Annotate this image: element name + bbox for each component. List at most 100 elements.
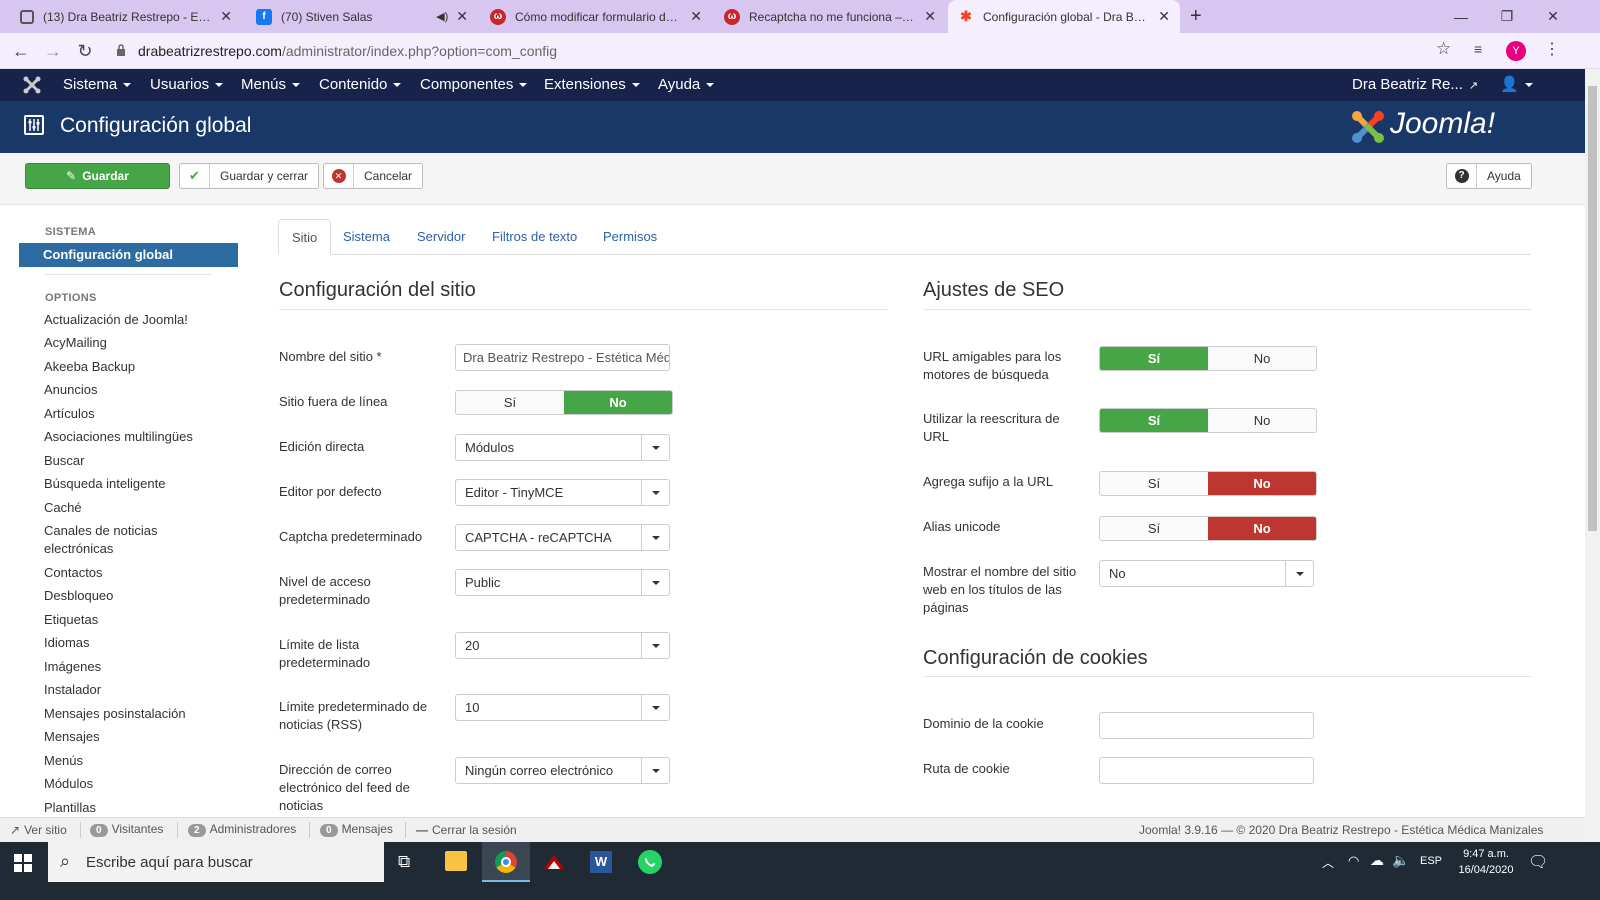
cloud-icon[interactable]: ☁: [1370, 852, 1384, 869]
cookie-path-input[interactable]: [1099, 757, 1314, 784]
star-icon[interactable]: ☆: [1436, 39, 1451, 59]
profile-avatar[interactable]: Y: [1506, 41, 1526, 61]
toggle-no[interactable]: No: [1208, 472, 1316, 495]
frontend-edit-select[interactable]: Módulos: [455, 434, 670, 461]
menu-contenido[interactable]: Contenido: [319, 69, 402, 101]
sidebar-item[interactable]: Canales de noticias electrónicas: [44, 522, 184, 558]
close-icon[interactable]: ✕: [220, 8, 232, 25]
sitename-title-select[interactable]: No: [1099, 560, 1314, 587]
clock[interactable]: 9:47 a.m. 16/04/2020: [1450, 846, 1522, 878]
menu-sistema[interactable]: Sistema: [63, 69, 132, 101]
browser-tab[interactable]: ω Cómo modificar formulario de co ✕: [480, 0, 712, 33]
taskbar-search[interactable]: ⌕ Escribe aquí para buscar: [48, 842, 384, 882]
menu-usuarios[interactable]: Usuarios: [150, 69, 224, 101]
sidebar-item[interactable]: Artículos: [44, 405, 219, 423]
logout-link[interactable]: — Cerrar la sesión: [416, 823, 517, 837]
offline-toggle[interactable]: Sí No: [455, 390, 673, 415]
minimize-button[interactable]: —: [1438, 0, 1484, 33]
view-site-link[interactable]: ↗ Ver sitio: [10, 823, 67, 837]
sidebar-item[interactable]: Desbloqueo: [44, 587, 219, 605]
close-icon[interactable]: ✕: [690, 8, 702, 25]
toggle-no[interactable]: No: [1208, 347, 1316, 370]
rewrite-toggle[interactable]: Sí No: [1099, 408, 1317, 433]
toggle-yes[interactable]: Sí: [1100, 472, 1208, 495]
tab-filtros[interactable]: Filtros de texto: [479, 219, 590, 255]
menu-menus[interactable]: Menús: [241, 69, 301, 101]
browser-tab[interactable]: f (70) Stiven Salas ◀) ✕: [246, 0, 478, 33]
windows-start-icon[interactable]: [14, 854, 32, 872]
sidebar-item[interactable]: Módulos: [44, 775, 219, 793]
task-view-icon[interactable]: ⧉: [398, 852, 410, 872]
sef-toggle[interactable]: Sí No: [1099, 346, 1317, 371]
file-explorer-icon[interactable]: [445, 851, 467, 871]
close-window-button[interactable]: ✕: [1530, 0, 1576, 33]
sidebar-item[interactable]: Actualización de Joomla!: [44, 311, 219, 329]
sidebar-item[interactable]: Akeeba Backup: [44, 358, 219, 376]
suffix-toggle[interactable]: Sí No: [1099, 471, 1317, 496]
cancel-button[interactable]: ✕ Cancelar: [323, 163, 424, 189]
chevron-up-icon[interactable]: ︿: [1322, 854, 1334, 871]
tab-permisos[interactable]: Permisos: [590, 219, 670, 255]
forward-button[interactable]: →: [40, 39, 66, 63]
toggle-yes[interactable]: Sí: [456, 391, 564, 414]
feed-email-select[interactable]: Ningún correo electrónico: [455, 757, 670, 784]
tab-sistema[interactable]: Sistema: [330, 219, 403, 255]
filezilla-icon[interactable]: [542, 851, 566, 873]
close-icon[interactable]: ✕: [456, 8, 468, 25]
sidebar-item[interactable]: Anuncios: [44, 381, 219, 399]
browser-tab[interactable]: (13) Dra Beatriz Restrepo - Estétic ✕: [10, 0, 242, 33]
access-select[interactable]: Public: [455, 569, 670, 596]
sidebar-item[interactable]: Idiomas: [44, 634, 219, 652]
close-icon[interactable]: ✕: [1158, 8, 1170, 25]
tab-servidor[interactable]: Servidor: [404, 219, 478, 255]
volume-icon[interactable]: 🔈: [1392, 852, 1409, 869]
wifi-icon[interactable]: ◠: [1348, 853, 1359, 869]
sidebar-item[interactable]: Etiquetas: [44, 611, 219, 629]
help-button[interactable]: ? Ayuda: [1446, 163, 1532, 189]
menu-extensiones[interactable]: Extensiones: [544, 69, 640, 101]
feed-limit-select[interactable]: 10: [455, 694, 670, 721]
sidebar-item[interactable]: Caché: [44, 499, 219, 517]
back-button[interactable]: ←: [8, 39, 34, 63]
scrollbar[interactable]: [1585, 69, 1600, 842]
sidebar-item[interactable]: Búsqueda inteligente: [44, 475, 219, 493]
sidebar-item[interactable]: Mensajes posinstalación: [44, 705, 219, 723]
url-field[interactable]: drabeatrizrestrepo.com/administrator/ind…: [138, 39, 557, 63]
browser-tab[interactable]: ω Recaptcha no me funciona – Joo ✕: [714, 0, 946, 33]
sidebar-item[interactable]: Imágenes: [44, 658, 219, 676]
user-menu[interactable]: 👤: [1500, 69, 1533, 101]
toggle-yes[interactable]: Sí: [1100, 347, 1208, 370]
captcha-select[interactable]: CAPTCHA - reCAPTCHA: [455, 524, 670, 551]
sidebar-item[interactable]: Instalador: [44, 681, 219, 699]
notifications-icon[interactable]: 🗨: [1528, 852, 1548, 872]
editor-select[interactable]: Editor - TinyMCE: [455, 479, 670, 506]
list-limit-select[interactable]: 20: [455, 632, 670, 659]
tab-sitio[interactable]: Sitio: [278, 219, 332, 255]
toggle-yes[interactable]: Sí: [1100, 517, 1208, 540]
toggle-yes[interactable]: Sí: [1100, 409, 1208, 432]
chrome-taskbar-button[interactable]: [482, 842, 530, 882]
visitors-link[interactable]: 0 Visitantes: [90, 822, 163, 837]
sidebar-item[interactable]: Contactos: [44, 564, 219, 582]
restore-button[interactable]: ❐: [1484, 0, 1530, 33]
joomla-logo-icon[interactable]: [22, 75, 42, 95]
menu-componentes[interactable]: Componentes: [420, 69, 528, 101]
sidebar-item[interactable]: Mensajes: [44, 728, 219, 746]
close-icon[interactable]: ✕: [924, 8, 936, 25]
browser-tab-active[interactable]: ✱ Configuración global - Dra Beatri ✕: [948, 0, 1180, 33]
sidebar-item[interactable]: AcyMailing: [44, 334, 219, 352]
sidebar-item[interactable]: Plantillas: [44, 799, 219, 817]
toggle-no[interactable]: No: [564, 391, 672, 414]
scrollbar-thumb[interactable]: [1588, 86, 1597, 531]
whatsapp-icon[interactable]: [638, 850, 662, 874]
sidebar-item[interactable]: Asociaciones multilingües: [44, 428, 219, 446]
unicode-toggle[interactable]: Sí No: [1099, 516, 1317, 541]
save-button[interactable]: ✎ Guardar: [25, 163, 170, 189]
menu-ayuda[interactable]: Ayuda: [658, 69, 715, 101]
language-indicator[interactable]: ESP: [1420, 855, 1442, 867]
speaker-icon[interactable]: ◀): [436, 10, 448, 23]
messages-link[interactable]: 0 Mensajes: [320, 822, 393, 837]
sidebar-item[interactable]: Buscar: [44, 452, 219, 470]
sidebar-item-global-config[interactable]: Configuración global: [19, 243, 238, 267]
new-tab-button[interactable]: +: [1190, 5, 1202, 28]
